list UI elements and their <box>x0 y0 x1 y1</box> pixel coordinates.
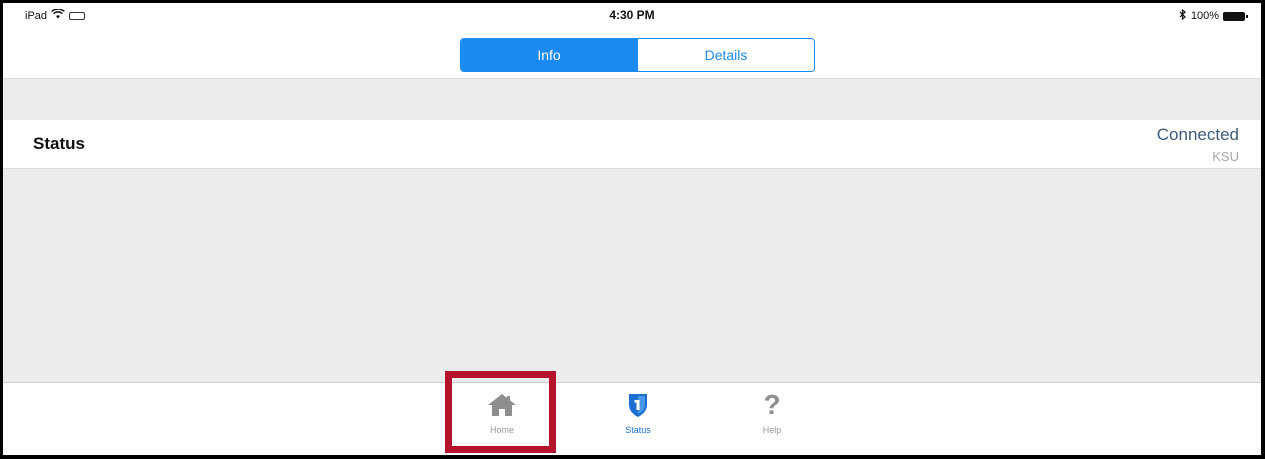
status-bar-right: 100% <box>1179 8 1248 23</box>
home-icon <box>487 391 517 419</box>
app-window: iPad 4:30 PM 100% Info Details Status Co… <box>0 0 1265 459</box>
connection-network: KSU <box>1212 149 1239 164</box>
status-bar-time: 4:30 PM <box>609 8 655 22</box>
tab-help-label: Help <box>762 425 782 435</box>
bluetooth-icon <box>1179 8 1187 23</box>
tab-help[interactable]: ? Help <box>722 383 822 455</box>
segment-details[interactable]: Details <box>637 39 814 71</box>
connection-status: Connected <box>1156 125 1239 144</box>
shield-icon <box>627 391 649 419</box>
tab-bar: Home Status ? Help <box>3 382 1261 455</box>
section-spacer <box>3 78 1261 121</box>
tab-home[interactable]: Home <box>452 383 552 455</box>
segmented-control: Info Details <box>460 38 815 72</box>
battery-percent: 100% <box>1190 10 1219 22</box>
status-label: Status <box>33 134 85 153</box>
status-row: Status Connected KSU <box>3 120 1261 169</box>
help-icon: ? <box>763 389 781 420</box>
content-area <box>3 169 1261 382</box>
battery-full-icon <box>1223 11 1248 21</box>
tab-home-label: Home <box>489 425 514 435</box>
tab-status[interactable]: Status <box>588 383 688 455</box>
status-bar: iPad 4:30 PM 100% <box>3 3 1261 27</box>
tab-status-label: Status <box>625 425 651 435</box>
segment-info[interactable]: Info <box>461 39 637 71</box>
